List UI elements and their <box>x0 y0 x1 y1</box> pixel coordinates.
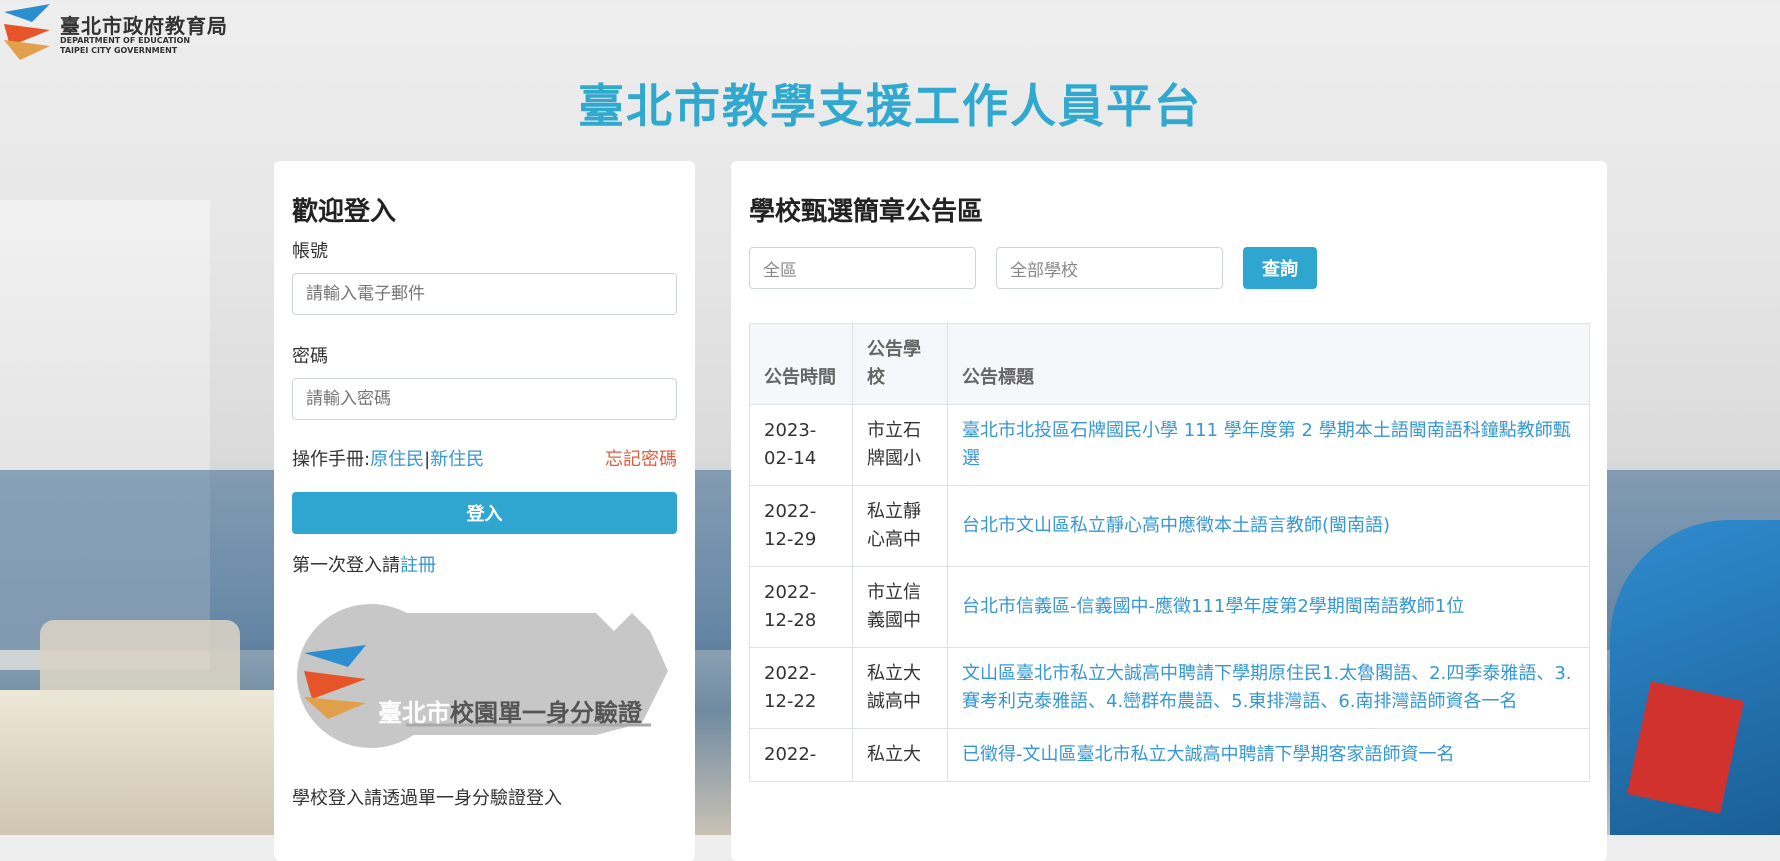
row-date: 2022- <box>749 728 853 782</box>
table-row: 2022-12-29 私立靜心高中 台北市文山區私立靜心高中應徵本土語言教師(閩… <box>749 485 1590 567</box>
announcement-card: 學校甄選簡章公告區 查詢 公告時間 公告學校 公告標題 2023-02-14 市… <box>731 161 1607 861</box>
row-title-link[interactable]: 台北市信義區-信義國中-應徵111學年度第2學期閩南語教師1位 <box>947 566 1590 648</box>
login-button[interactable]: 登入 <box>292 492 677 534</box>
column-header-date[interactable]: 公告時間 <box>749 323 853 405</box>
password-input[interactable] <box>292 378 677 420</box>
row-school: 私立靜心高中 <box>852 485 948 567</box>
row-school: 市立信義國中 <box>852 566 948 648</box>
manual-prefix: 操作手冊: <box>292 449 371 470</box>
login-heading: 歡迎登入 <box>292 197 397 227</box>
department-logo[interactable]: 臺北市政府教育局 DEPARTMENT OF EDUCATION TAIPEI … <box>2 2 232 60</box>
column-header-title[interactable]: 公告標題 <box>947 323 1590 405</box>
school-login-note: 學校登入請透過單一身分驗證登入 <box>292 788 562 809</box>
sso-key-service: 校園單一身分驗證 <box>450 699 642 727</box>
row-title-link[interactable]: 文山區臺北市私立大誠高中聘請下學期原住民1.太魯閣語、2.四季泰雅語、3.賽考利… <box>947 647 1590 729</box>
account-input[interactable] <box>292 273 677 315</box>
table-row: 2022- 私立大 已徵得-文山區臺北市私立大誠高中聘請下學期客家語師資一名 <box>749 728 1590 782</box>
row-school: 私立大 <box>852 728 948 782</box>
manual-new-resident-link[interactable]: 新住民 <box>430 449 484 470</box>
sso-key-label: 臺北市校園單一身分驗證 <box>378 693 642 728</box>
first-login-note: 第一次登入請註冊 <box>292 551 436 577</box>
manual-links: 操作手冊:原住民|新住民 忘記密碼 <box>292 445 677 471</box>
row-title-link[interactable]: 台北市文山區私立靜心高中應徵本土語言教師(閩南語) <box>947 485 1590 567</box>
announcement-heading: 學校甄選簡章公告區 <box>749 197 984 227</box>
row-title-link[interactable]: 臺北市北投區石牌國民小學 111 學年度第 2 學期本土語閩南語科鐘點教師甄選 <box>947 404 1590 486</box>
sso-key-icon <box>297 604 668 748</box>
table-row: 2022-12-22 私立大誠高中 文山區臺北市私立大誠高中聘請下學期原住民1.… <box>749 647 1590 729</box>
manual-indigenous-link[interactable]: 原住民 <box>370 449 424 470</box>
sso-login-key[interactable]: 臺北市校園單一身分驗證 <box>296 601 676 751</box>
register-link[interactable]: 註冊 <box>400 555 436 576</box>
query-button[interactable]: 查詢 <box>1243 247 1317 289</box>
table-row: 2022-12-28 市立信義國中 台北市信義區-信義國中-應徵111學年度第2… <box>749 566 1590 648</box>
column-header-school[interactable]: 公告學校 <box>852 323 948 405</box>
table-header-row: 公告時間 公告學校 公告標題 <box>749 323 1590 405</box>
row-school: 市立石牌國小 <box>852 404 948 486</box>
logo-english-line2: TAIPEI CITY GOVERNMENT <box>60 46 178 55</box>
password-label: 密碼 <box>292 346 328 367</box>
account-label: 帳號 <box>292 241 328 262</box>
row-date: 2022-12-22 <box>749 647 853 729</box>
first-login-prefix: 第一次登入請 <box>292 555 400 576</box>
row-date: 2022-12-28 <box>749 566 853 648</box>
forgot-password-link[interactable]: 忘記密碼 <box>605 445 677 471</box>
logo-chinese-name: 臺北市政府教育局 <box>60 14 228 38</box>
background-desk <box>0 690 300 835</box>
login-card: 歡迎登入 帳號 密碼 操作手冊:原住民|新住民 忘記密碼 登入 第一次登入請註冊… <box>274 161 695 861</box>
region-select[interactable] <box>749 247 976 289</box>
row-school: 私立大誠高中 <box>852 647 948 729</box>
logo-mark-icon <box>4 4 50 60</box>
logo-english-line1: DEPARTMENT OF EDUCATION <box>60 36 191 45</box>
school-select[interactable] <box>996 247 1223 289</box>
sso-key-city: 臺北市 <box>378 699 450 727</box>
announcement-table: 公告時間 公告學校 公告標題 2023-02-14 市立石牌國小 臺北市北投區石… <box>749 323 1590 782</box>
row-date: 2023-02-14 <box>749 404 853 486</box>
row-date: 2022-12-29 <box>749 485 853 567</box>
site-title: 臺北市教學支援工作人員平台 <box>578 79 1202 133</box>
row-title-link[interactable]: 已徵得-文山區臺北市私立大誠高中聘請下學期客家語師資一名 <box>947 728 1590 782</box>
table-row: 2023-02-14 市立石牌國小 臺北市北投區石牌國民小學 111 學年度第 … <box>749 404 1590 486</box>
